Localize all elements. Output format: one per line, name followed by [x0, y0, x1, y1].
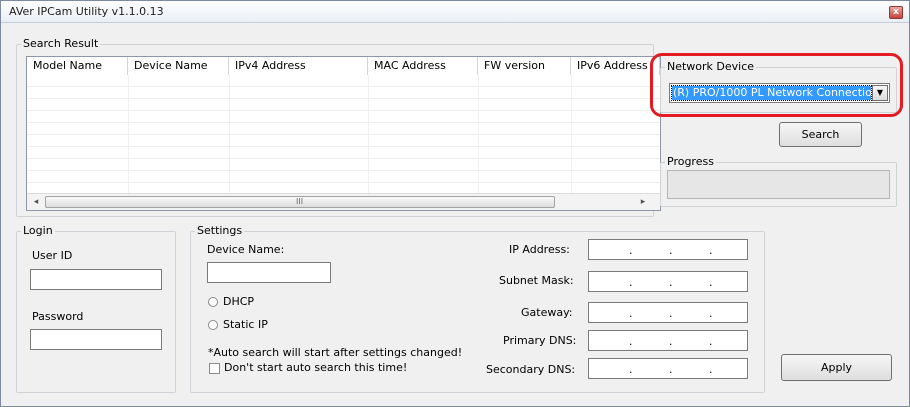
device-name-input[interactable]: [207, 262, 331, 283]
secondary-dns-field[interactable]: . . .: [588, 358, 748, 379]
window-title: AVer IPCam Utility v1.1.0.13: [9, 5, 164, 18]
progress-legend: Progress: [665, 155, 716, 168]
user-id-input[interactable]: [30, 269, 162, 290]
secondary-dns-label: Secondary DNS:: [486, 363, 576, 376]
gateway-field[interactable]: . . .: [588, 302, 748, 323]
col-header-fw-version[interactable]: FW version: [478, 57, 571, 75]
settings-legend: Settings: [195, 224, 245, 237]
dhcp-label[interactable]: DHCP: [223, 295, 254, 308]
col-header-ipv4-address[interactable]: IPv4 Address: [229, 57, 368, 75]
app-window: AVer IPCam Utility v1.1.0.13 x Search Re…: [0, 0, 910, 407]
search-button[interactable]: Search: [779, 122, 862, 147]
search-result-group: Search Result Model Name Device Name IPv…: [16, 37, 661, 217]
login-legend: Login: [21, 224, 55, 237]
scroll-left-icon[interactable]: ◂: [29, 196, 43, 208]
auto-search-note: *Auto search will start after settings c…: [208, 346, 463, 359]
progress-bar: [667, 170, 890, 199]
password-input[interactable]: [30, 329, 162, 350]
table-header: Model Name Device Name IPv4 Address MAC …: [27, 57, 660, 75]
no-auto-search-label[interactable]: Don't start auto search this time!: [224, 361, 407, 374]
ip-address-label: IP Address:: [509, 243, 570, 256]
title-bar[interactable]: AVer IPCam Utility v1.1.0.13 x: [1, 1, 909, 23]
scroll-grip-icon: III: [296, 197, 304, 206]
password-label: Password: [32, 310, 84, 323]
ip-address-field[interactable]: . . .: [588, 239, 748, 260]
primary-dns-field[interactable]: . . .: [588, 330, 748, 351]
apply-button[interactable]: Apply: [781, 354, 892, 381]
search-result-legend: Search Result: [21, 37, 101, 50]
dhcp-radio[interactable]: [208, 297, 218, 307]
col-header-model-name[interactable]: Model Name: [27, 57, 128, 75]
annotation-highlight: [650, 53, 903, 117]
col-header-ipv6-address[interactable]: IPv6 Address: [571, 57, 660, 75]
scroll-right-icon[interactable]: ▸: [636, 196, 650, 208]
primary-dns-label: Primary DNS:: [503, 334, 577, 347]
gateway-label: Gateway:: [521, 306, 573, 319]
col-header-device-name[interactable]: Device Name: [128, 57, 229, 75]
no-auto-search-checkbox[interactable]: [209, 363, 220, 374]
device-name-label: Device Name:: [207, 243, 285, 256]
static-ip-label[interactable]: Static IP: [223, 318, 268, 331]
scroll-thumb[interactable]: III: [45, 196, 555, 208]
subnet-mask-label: Subnet Mask:: [499, 274, 574, 287]
search-result-table[interactable]: Model Name Device Name IPv4 Address MAC …: [26, 56, 661, 211]
horizontal-scrollbar[interactable]: ◂ III ▸: [27, 193, 660, 210]
close-icon[interactable]: x: [889, 6, 903, 19]
subnet-mask-field[interactable]: . . .: [588, 271, 748, 292]
user-id-label: User ID: [32, 249, 73, 262]
col-header-mac-address[interactable]: MAC Address: [368, 57, 478, 75]
static-ip-radio[interactable]: [208, 320, 218, 330]
